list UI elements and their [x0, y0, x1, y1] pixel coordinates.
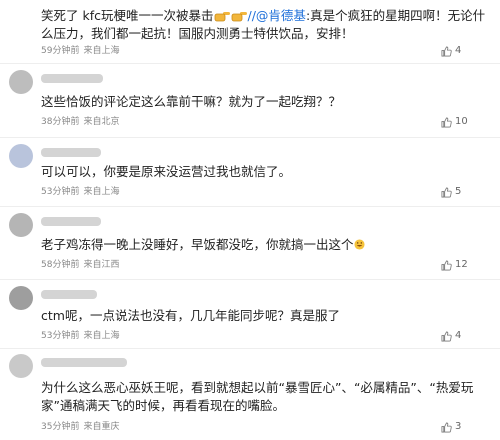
thumbs-up-icon [441, 331, 452, 341]
grinning-face-emoji-icon [353, 239, 365, 250]
like-count: 4 [455, 330, 462, 341]
username-blurred[interactable] [41, 148, 101, 157]
comment-item: ctm呢，一点说法也没有，几几年能同步呢？真是服了 53分钟前 来自上海 4 [0, 280, 500, 348]
comment-text: ctm呢，一点说法也没有，几几年能同步呢？真是服了 [41, 308, 340, 323]
comment-text: 为什么这么恶心巫妖王呢，看到就想起以前“暴雪匠心”、“必属精品”、“热爱玩家”通… [41, 380, 474, 413]
comment-item: 可以可以，你要是原来没运营过我也就信了。 53分钟前 来自上海 5 [0, 138, 500, 204]
username-blurred[interactable] [41, 74, 103, 83]
comment-meta: 59分钟前 来自上海 [41, 45, 123, 57]
comment-meta: 38分钟前 来自北京 [41, 116, 123, 128]
pointing-hand-emoji-icon [231, 12, 247, 22]
like-count: 10 [455, 116, 468, 127]
comment-location: 来自北京 [83, 117, 120, 127]
like-button[interactable]: 4 [441, 329, 461, 343]
comment-text: 笑死了 kfc玩梗唯一一次被暴击//@肯德基:真是个疯狂的星期四啊！无论什么压力… [41, 8, 486, 41]
like-button[interactable]: 12 [441, 258, 468, 272]
like-count: 12 [455, 259, 468, 270]
avatar[interactable] [9, 70, 33, 94]
comment-item: 这些恰饭的评论定这么靠前干嘛？就为了一起吃翔？？ 38分钟前 来自北京 10 [0, 64, 500, 134]
comment-feed: 笑死了 kfc玩梗唯一一次被暴击//@肯德基:真是个疯狂的星期四啊！无论什么压力… [0, 0, 500, 440]
like-count: 4 [455, 45, 462, 56]
like-button[interactable]: 4 [441, 44, 461, 58]
comment-meta: 53分钟前 来自上海 [41, 186, 123, 198]
comment-location: 来自江西 [83, 260, 120, 270]
avatar[interactable] [9, 354, 33, 378]
comment-location: 来自重庆 [83, 422, 120, 432]
avatar[interactable] [9, 213, 33, 237]
like-button[interactable]: 3 [441, 420, 461, 434]
comment-time: 53分钟前 [41, 187, 80, 197]
comment-item: 老子鸡冻得一晚上没睡好，早饭都没吃，你就搞一出这个 58分钟前 来自江西 12 [0, 207, 500, 277]
like-button[interactable]: 5 [441, 185, 461, 199]
comment-text: 这些恰饭的评论定这么靠前干嘛？就为了一起吃翔？？ [41, 94, 342, 109]
avatar[interactable] [9, 286, 33, 310]
comment-time: 53分钟前 [41, 331, 80, 341]
username-blurred[interactable] [41, 290, 97, 299]
like-count: 5 [455, 186, 462, 197]
like-count: 3 [455, 421, 462, 432]
thumbs-up-icon [441, 260, 452, 270]
thumbs-up-icon [441, 46, 452, 56]
comment-location: 来自上海 [83, 331, 120, 341]
comment-location: 来自上海 [83, 187, 120, 197]
comment-time: 38分钟前 [41, 117, 80, 127]
username-blurred[interactable] [41, 217, 101, 226]
comment-text: 可以可以，你要是原来没运营过我也就信了。 [41, 164, 292, 179]
comment-time: 58分钟前 [41, 260, 80, 270]
pointing-hand-emoji-icon [214, 12, 230, 22]
comment-time: 59分钟前 [41, 46, 80, 56]
comment-meta: 58分钟前 来自江西 [41, 259, 123, 271]
thumbs-up-icon [441, 422, 452, 432]
avatar[interactable] [9, 144, 33, 168]
like-button[interactable]: 10 [441, 115, 468, 129]
comment-time: 35分钟前 [41, 422, 80, 432]
thumbs-up-icon [441, 187, 452, 197]
comment-text: 老子鸡冻得一晚上没睡好，早饭都没吃，你就搞一出这个 [41, 236, 486, 254]
comment-item: 笑死了 kfc玩梗唯一一次被暴击//@肯德基:真是个疯狂的星期四啊！无论什么压力… [0, 0, 500, 58]
comment-item: 为什么这么恶心巫妖王呢，看到就想起以前“暴雪匠心”、“必属精品”、“热爱玩家”通… [0, 349, 500, 440]
user-mention-link[interactable]: //@肯德基 [248, 8, 306, 23]
comment-meta: 53分钟前 来自上海 [41, 330, 123, 342]
thumbs-up-icon [441, 117, 452, 127]
username-blurred[interactable] [41, 358, 127, 367]
comment-meta: 35分钟前 来自重庆 [41, 421, 123, 433]
comment-location: 来自上海 [83, 46, 120, 56]
